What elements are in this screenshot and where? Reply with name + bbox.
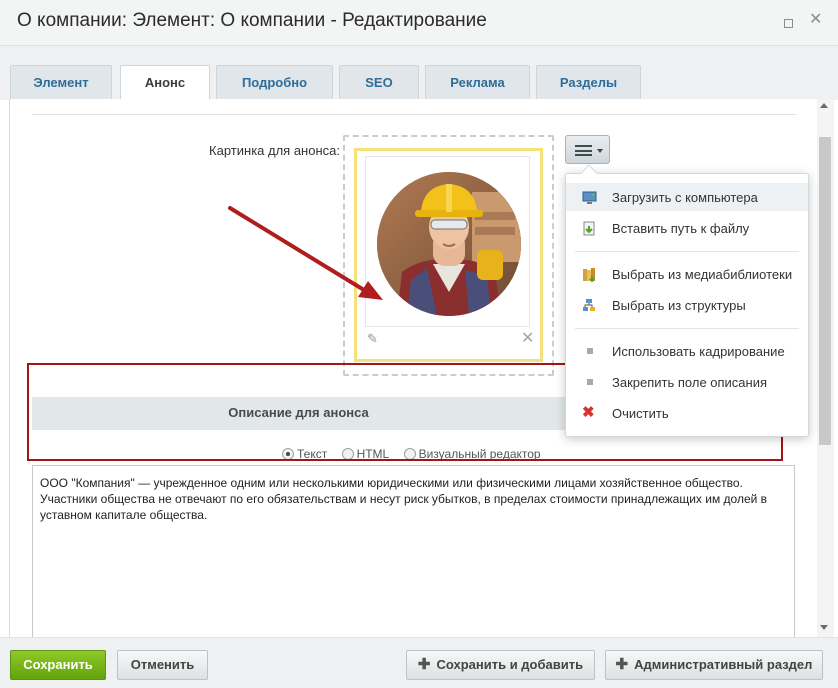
image-source-menu: Загрузить с компьютера Вставить путь к ф… <box>565 164 809 437</box>
image-menu-button[interactable] <box>565 135 610 164</box>
file-path-icon <box>583 221 595 236</box>
description-mode-switch: Текст HTML Визуальный редактор <box>282 447 552 463</box>
menu-item-upload-computer[interactable]: Загрузить с компьютера <box>566 183 808 211</box>
footer-bar: Сохранить Отменить ✚ Сохранить и добавить… <box>0 637 838 688</box>
save-button[interactable]: Сохранить <box>10 650 106 680</box>
menu-item-label: Выбрать из медиабиблиотеки <box>612 267 793 282</box>
scroll-up-icon[interactable] <box>820 103 828 108</box>
tab-bar: Элемент Анонс Подробно SEO Реклама Разде… <box>0 46 838 101</box>
menu-separator <box>575 251 799 252</box>
menu-item-label: Выбрать из структуры <box>612 298 746 313</box>
medialibrary-icon <box>583 268 595 282</box>
tab-ads[interactable]: Реклама <box>425 65 530 100</box>
chevron-down-icon <box>597 149 603 153</box>
close-icon[interactable]: ✕ <box>809 12 822 28</box>
remove-image-icon[interactable]: ✕ <box>521 328 534 348</box>
worker-photo <box>377 172 521 316</box>
description-text: ООО "Компания" — учрежденное одним или н… <box>40 476 768 522</box>
menu-item-file-path[interactable]: Вставить путь к файлу <box>566 214 808 242</box>
menu-item-structure[interactable]: Выбрать из структуры <box>566 291 808 319</box>
scrollbar[interactable] <box>817 99 834 637</box>
preview-image-label: Картинка для анонса: <box>209 143 340 158</box>
menu-item-clear[interactable]: ✖ Очистить <box>566 399 808 427</box>
radio-text[interactable] <box>282 448 294 460</box>
menu-item-label: Закрепить поле описания <box>612 375 768 390</box>
description-textarea[interactable]: ООО "Компания" — учрежденное одним или н… <box>32 465 795 637</box>
radio-visual-editor[interactable] <box>403 448 416 460</box>
image-drop-zone[interactable]: ✎ ✕ <box>343 135 554 376</box>
menu-item-cropping[interactable]: Использовать кадрирование <box>566 337 808 365</box>
menu-item-label: Загрузить с компьютера <box>612 190 758 205</box>
window-titlebar: О компании: Элемент: О компании - Редакт… <box>0 0 838 46</box>
menu-separator <box>575 328 799 329</box>
hamburger-icon <box>575 145 592 156</box>
radio-visual-editor-label: Визуальный редактор <box>418 447 541 461</box>
menu-item-medialibrary[interactable]: Выбрать из медиабиблиотеки <box>566 260 808 288</box>
admin-section-button[interactable]: ✚ Административный раздел <box>605 650 823 680</box>
menu-item-label: Использовать кадрирование <box>612 344 785 359</box>
tab-sections[interactable]: Разделы <box>536 65 641 100</box>
maximize-button[interactable] <box>784 19 793 28</box>
image-frame <box>365 156 530 327</box>
plus-icon: ✚ <box>615 656 629 673</box>
save-and-add-label: Сохранить и добавить <box>436 657 584 672</box>
scroll-down-icon[interactable] <box>820 625 828 630</box>
upload-computer-icon <box>582 191 597 204</box>
image-preview-card: ✎ ✕ <box>354 148 543 362</box>
edit-pencil-icon[interactable]: ✎ <box>367 331 378 347</box>
radio-text-label: Текст <box>297 447 328 461</box>
radio-html[interactable] <box>341 448 354 460</box>
tab-details[interactable]: Подробно <box>216 65 333 100</box>
cancel-button[interactable]: Отменить <box>117 650 208 680</box>
save-and-add-button[interactable]: ✚ Сохранить и добавить <box>406 650 595 680</box>
plus-icon: ✚ <box>417 656 431 673</box>
bullet-icon <box>587 379 593 385</box>
structure-icon <box>583 299 595 311</box>
admin-section-label: Административный раздел <box>634 657 813 672</box>
section-title: Описание для анонса <box>228 405 369 420</box>
divider <box>32 114 796 115</box>
menu-item-pin-description[interactable]: Закрепить поле описания <box>566 368 808 396</box>
window-title: О компании: Элемент: О компании - Редакт… <box>17 10 487 31</box>
menu-item-label: Очистить <box>612 406 669 421</box>
clear-icon: ✖ <box>582 404 595 421</box>
tab-element[interactable]: Элемент <box>10 65 112 100</box>
radio-html-label: HTML <box>356 447 390 461</box>
menu-item-label: Вставить путь к файлу <box>612 221 750 236</box>
scroll-thumb[interactable] <box>819 137 831 445</box>
tab-announce[interactable]: Анонс <box>120 65 210 101</box>
bullet-icon <box>587 348 593 354</box>
tab-seo[interactable]: SEO <box>339 65 419 100</box>
